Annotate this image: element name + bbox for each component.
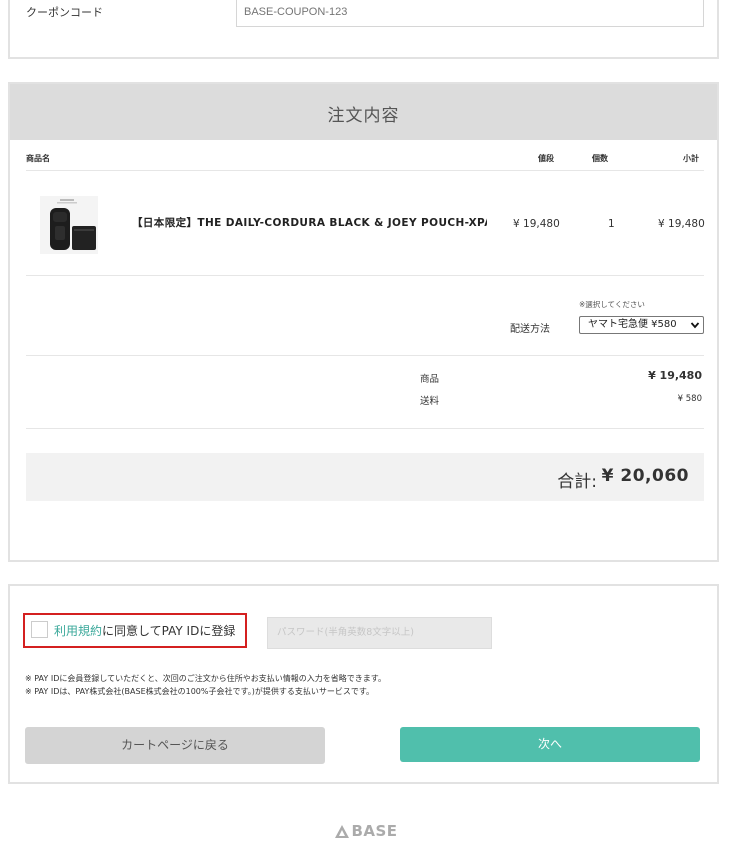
column-qty: 個数 (592, 154, 608, 163)
summary-items-value: ¥ 19,480 (648, 369, 702, 382)
column-subtotal: 小計 (683, 154, 699, 163)
summary-shipping-value: ¥ 580 (677, 394, 702, 404)
shipping-method-value: ヤマト宅急便 ¥580 (588, 319, 677, 330)
divider (26, 275, 704, 276)
divider (26, 355, 704, 356)
shipping-method-label: 配送方法 (510, 324, 550, 335)
base-logo-icon (335, 825, 350, 838)
item-quantity: 1 (608, 218, 615, 230)
payid-agree-highlight: 利用規約に同意してPAY IDに登録 (23, 613, 247, 648)
payid-agree-label: 利用規約に同意してPAY IDに登録 (54, 622, 235, 639)
total-box: 合計: ¥ 20,060 (26, 453, 704, 501)
item-price: ¥ 19,480 (513, 218, 560, 230)
total-value: ¥ 20,060 (601, 466, 689, 486)
column-product: 商品名 (26, 154, 50, 163)
product-thumbnail (40, 196, 98, 254)
payid-section: 利用規約に同意してPAY IDに登録 パスワード(半角英数8文字以上) ※ PA… (8, 584, 719, 784)
payid-agree-checkbox[interactable] (31, 621, 48, 638)
item-subtotal: ¥ 19,480 (658, 218, 705, 230)
order-title: 注文内容 (327, 106, 400, 126)
password-field[interactable]: パスワード(半角英数8文字以上) (267, 617, 492, 649)
total-label: 合計: (557, 472, 597, 492)
order-header: 注文内容 (10, 84, 717, 140)
coupon-section: クーポンコード (8, 0, 719, 59)
divider (26, 428, 704, 429)
payid-note-2: ※ PAY IDは、PAY株式会社(BASE株式会社の100%子会社です。)が提… (25, 687, 375, 696)
order-section: 注文内容 商品名 値段 個数 小計 【日本限定】THE DAILY-CORDUR… (8, 82, 719, 562)
summary-shipping-label: 送料 (420, 396, 440, 407)
product-name[interactable]: 【日本限定】THE DAILY-CORDURA BLACK & JOEY POU… (132, 215, 487, 230)
next-button[interactable]: 次へ (400, 727, 700, 762)
agree-text: に同意してPAY IDに登録 (102, 624, 236, 638)
coupon-label: クーポンコード (26, 6, 103, 19)
terms-link[interactable]: 利用規約 (54, 624, 102, 638)
payid-note-1: ※ PAY IDに会員登録していただくと、次回のご注文から住所やお支払い情報の入… (25, 674, 386, 683)
chevron-down-icon (690, 322, 700, 329)
coupon-input[interactable] (236, 0, 704, 27)
column-price: 値段 (538, 154, 554, 163)
footer-logo: BASE (0, 822, 733, 840)
divider (26, 170, 704, 171)
footer-logo-text: BASE (351, 822, 398, 840)
shipping-note: ※選択してください (579, 300, 645, 309)
summary-items-label: 商品 (420, 374, 440, 385)
shipping-method-select[interactable]: ヤマト宅急便 ¥580 (579, 316, 704, 334)
back-to-cart-button[interactable]: カートページに戻る (25, 727, 325, 764)
